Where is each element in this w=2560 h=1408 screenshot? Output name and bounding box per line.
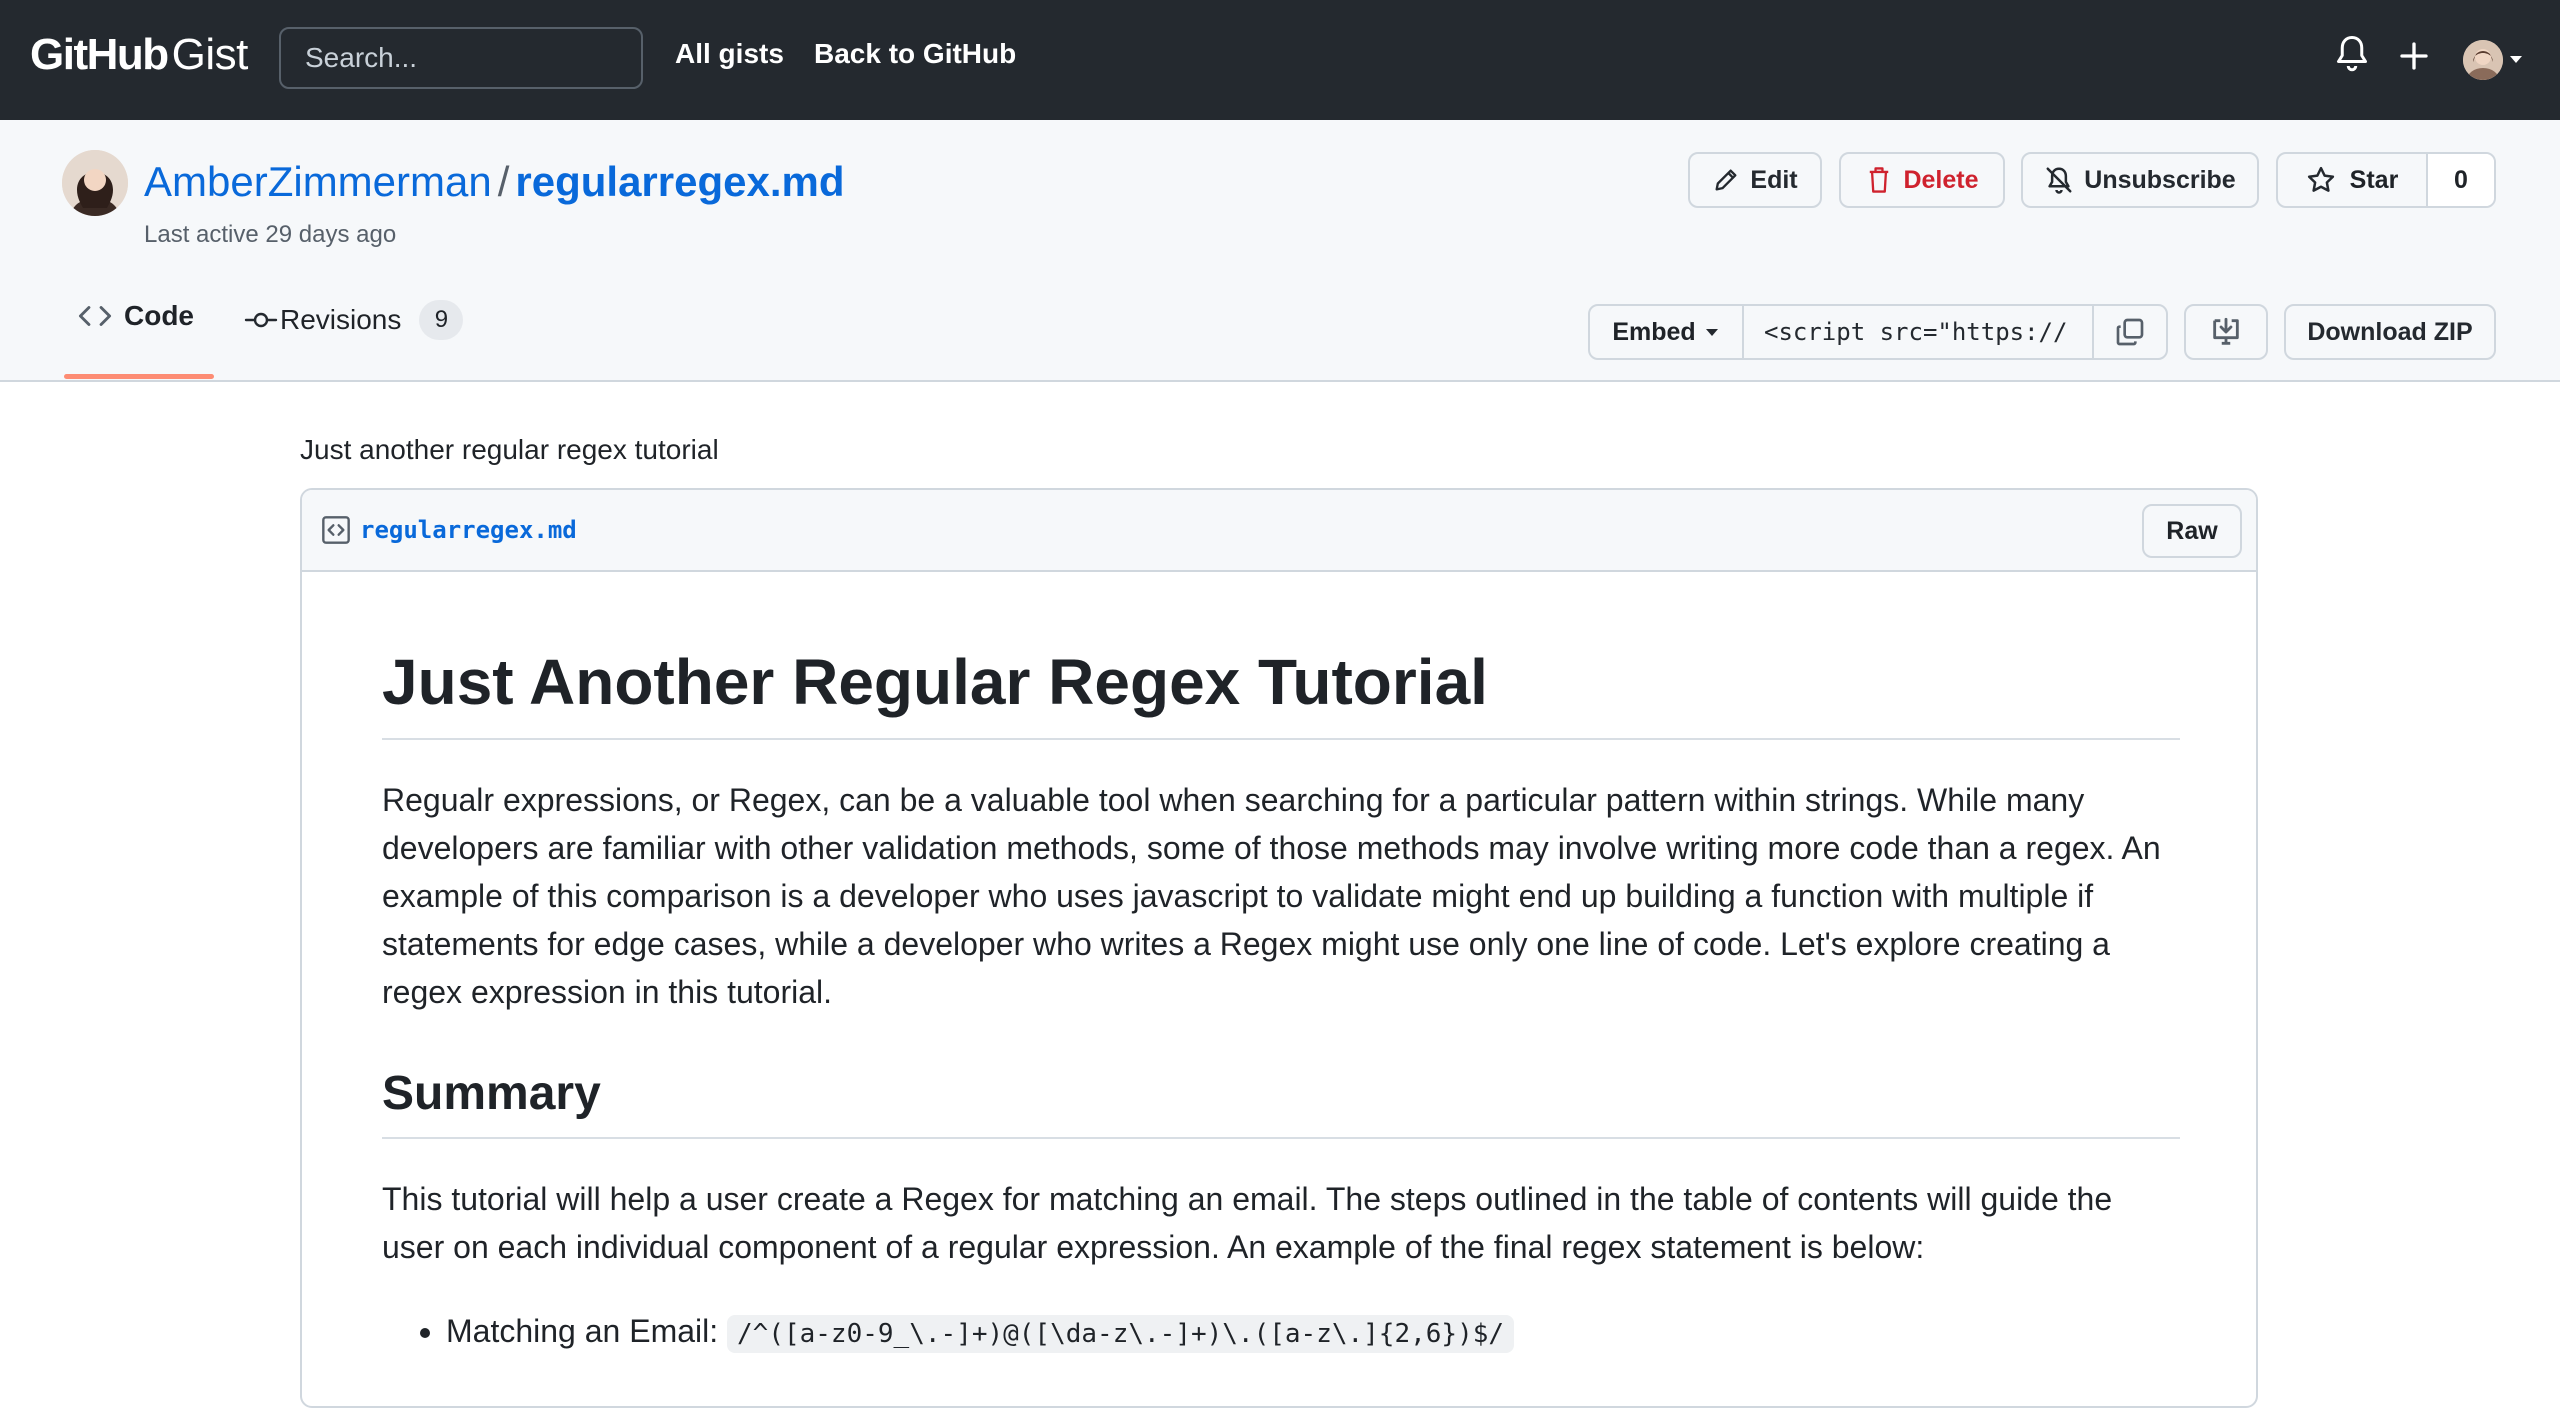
top-header: GitHub Gist All gists Back to GitHub — [0, 0, 2560, 120]
logo-gist-text: Gist — [171, 30, 249, 79]
last-active-text: Last active 29 days ago — [144, 221, 397, 248]
gist-owner-link[interactable]: AmberZimmerman — [144, 158, 492, 205]
embed-dropdown[interactable]: Embed — [1590, 306, 1744, 358]
trash-icon — [1870, 167, 1889, 193]
user-avatar-menu[interactable] — [2463, 40, 2503, 80]
star-button[interactable]: Star — [2278, 154, 2428, 206]
revisions-count-badge: 9 — [419, 300, 464, 340]
intro-paragraph: Regualr expressions, or Regex, can be a … — [382, 781, 2161, 1010]
gist-description: Just another regular regex tutorial — [300, 434, 719, 465]
tab-code[interactable]: Code — [78, 300, 194, 332]
gist-title: AmberZimmerman / regularregex.md — [144, 158, 845, 206]
logo-github-text: GitHub — [30, 30, 169, 79]
raw-button[interactable]: Raw — [2142, 504, 2242, 558]
markdown-body: Just Another Regular Regex Tutorial Regu… — [382, 572, 2180, 1358]
star-count[interactable]: 0 — [2428, 154, 2494, 206]
file-header: regularregex.md Raw — [302, 490, 2256, 572]
bell-slash-icon — [2046, 167, 2072, 194]
embed-code-input[interactable] — [1744, 306, 2094, 358]
file-code-icon — [320, 514, 352, 551]
nav-back-to-github[interactable]: Back to GitHub — [814, 38, 1016, 70]
tab-revisions-label: Revisions — [280, 304, 402, 335]
markdown-heading-summary: Summary — [382, 1066, 2180, 1139]
star-label: Star — [2349, 165, 2399, 194]
list-item-label: Matching an Email: — [446, 1312, 719, 1349]
tab-revisions[interactable]: Revisions 9 — [244, 300, 464, 340]
bell-icon[interactable] — [2334, 34, 2370, 79]
edit-button[interactable]: Edit — [1688, 152, 1822, 208]
nav-all-gists[interactable]: All gists — [675, 38, 784, 70]
list-item: Matching an Email: /^([a-z0-9_\.-]+)@([\… — [446, 1307, 2180, 1358]
open-desktop-button[interactable] — [2184, 304, 2268, 360]
github-gist-logo[interactable]: GitHub Gist — [30, 30, 248, 86]
caret-down-icon[interactable] — [2508, 52, 2524, 70]
owner-avatar[interactable] — [62, 150, 128, 216]
caret-down-icon — [1705, 329, 1718, 336]
gist-filename-link[interactable]: regularregex.md — [515, 158, 844, 205]
git-commit-icon — [244, 312, 278, 328]
code-icon — [78, 306, 112, 326]
copy-icon — [2116, 318, 2144, 346]
unsubscribe-button[interactable]: Unsubscribe — [2021, 152, 2259, 208]
summary-paragraph: This tutorial will help a user create a … — [382, 1180, 2113, 1265]
desktop-download-icon — [2213, 317, 2239, 345]
embed-group: Embed — [1588, 304, 2168, 360]
embed-label: Embed — [1612, 317, 1696, 346]
active-tab-indicator — [64, 374, 214, 379]
star-button-group: Star 0 — [2276, 152, 2496, 208]
edit-label: Edit — [1750, 165, 1798, 194]
plus-icon[interactable] — [2398, 40, 2430, 77]
file-name-link[interactable]: regularregex.md — [360, 516, 577, 544]
download-zip-button[interactable]: Download ZIP — [2284, 304, 2496, 360]
tab-code-label: Code — [124, 300, 194, 331]
star-icon — [2307, 166, 2334, 192]
markdown-heading-1: Just Another Regular Regex Tutorial — [382, 646, 2180, 740]
file-container: regularregex.md Raw Just Another Regular… — [300, 488, 2258, 1408]
delete-label: Delete — [1903, 165, 1979, 194]
example-list: Matching an Email: /^([a-z0-9_\.-]+)@([\… — [382, 1307, 2180, 1358]
search-input[interactable] — [279, 27, 643, 89]
copy-button[interactable] — [2094, 306, 2166, 358]
title-separator: / — [497, 158, 510, 205]
pencil-icon — [1715, 169, 1737, 191]
delete-button[interactable]: Delete — [1839, 152, 2005, 208]
download-zip-label: Download ZIP — [2307, 317, 2473, 346]
regex-code: /^([a-z0-9_\.-]+)@([\da-z\.-]+)\.([a-z\.… — [727, 1314, 1515, 1353]
unsubscribe-label: Unsubscribe — [2084, 165, 2236, 194]
